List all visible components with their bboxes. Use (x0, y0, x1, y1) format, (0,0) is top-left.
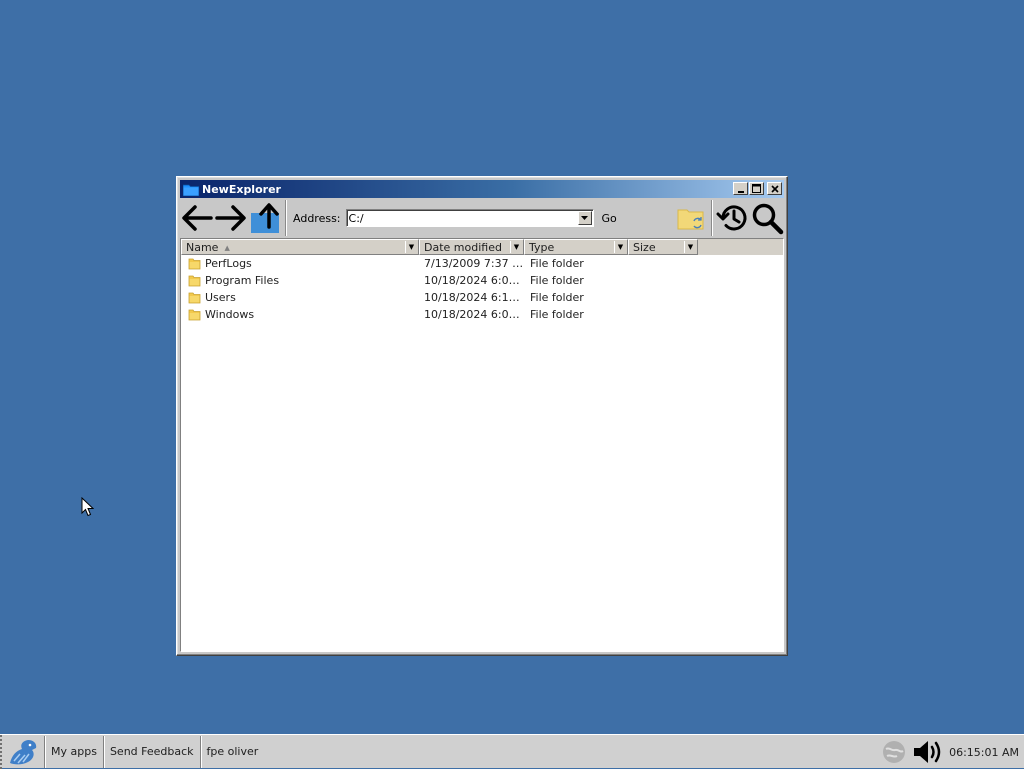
column-dropdown-icon[interactable]: ▼ (614, 241, 626, 253)
arrow-left-icon (182, 205, 213, 231)
file-name: Windows (205, 308, 255, 321)
window-title: NewExplorer (202, 182, 281, 196)
taskbar-item-my-apps[interactable]: My apps (44, 735, 103, 768)
folder-icon (188, 308, 201, 321)
folder-icon (188, 274, 201, 287)
address-combo[interactable] (345, 209, 594, 227)
minimize-button[interactable] (733, 182, 748, 195)
file-list: Name ▲ ▼ Date modified ▼ Type ▼ Size ▼ Pe… (180, 238, 784, 652)
chevron-down-icon (581, 216, 589, 220)
volume-icon[interactable] (911, 737, 945, 767)
file-name: Users (205, 291, 236, 304)
toolbar: Address: Go (180, 199, 784, 237)
toolbar-separator-right (711, 200, 713, 236)
table-row[interactable]: Windows 10/18/2024 6:09… File folder (181, 306, 783, 323)
file-date: 10/18/2024 6:09… (424, 274, 524, 287)
taskbar-item-user[interactable]: fpe oliver (199, 735, 265, 768)
back-button[interactable] (180, 200, 214, 236)
arrow-right-icon (215, 205, 246, 231)
taskbar: My apps Send Feedback fpe oliver 06:15:0… (0, 734, 1024, 769)
table-row[interactable]: Program Files 10/18/2024 6:09… File fold… (181, 272, 783, 289)
file-name: Program Files (205, 274, 280, 287)
start-button[interactable] (0, 734, 44, 769)
close-icon (770, 184, 779, 193)
system-tray: 06:15:01 AM (881, 735, 1024, 769)
taskbar-item-send-feedback[interactable]: Send Feedback (102, 735, 200, 768)
search-button[interactable] (750, 200, 784, 236)
column-dropdown-icon[interactable]: ▼ (405, 241, 417, 253)
up-button[interactable] (248, 200, 282, 236)
explorer-window: NewExplorer Address: C:/ Go Name ▲ ▼ Dat… (176, 176, 788, 656)
folder-icon (188, 257, 201, 270)
toolbar-separator (285, 200, 287, 236)
file-name: PerfLogs (205, 257, 252, 270)
folder-icon (183, 183, 199, 196)
column-dropdown-icon[interactable]: ▼ (510, 241, 522, 253)
maximize-icon (752, 184, 761, 193)
history-icon (716, 205, 747, 231)
table-row[interactable]: PerfLogs 7/13/2009 7:37 PM File folder (181, 255, 783, 272)
history-button[interactable] (716, 200, 750, 236)
address-label: Address: (293, 211, 341, 225)
go-button[interactable]: Go (602, 212, 617, 225)
address-dropdown-button[interactable] (577, 211, 592, 225)
table-row[interactable]: Users 10/18/2024 6:12… File folder (181, 289, 783, 306)
file-type: File folder (530, 308, 584, 321)
column-header-size[interactable]: Size ▼ (628, 239, 698, 255)
file-type: File folder (530, 291, 584, 304)
folder-sync-icon (677, 209, 704, 230)
file-date: 10/18/2024 6:09… (424, 308, 524, 321)
forward-button[interactable] (214, 200, 248, 236)
file-type: File folder (530, 257, 584, 270)
close-button[interactable] (767, 182, 782, 195)
sync-folder-button[interactable] (674, 200, 708, 236)
clock[interactable]: 06:15:01 AM (949, 746, 1019, 759)
mouse-cursor-icon (81, 496, 95, 520)
column-dropdown-icon[interactable]: ▼ (684, 241, 696, 253)
maximize-button[interactable] (749, 182, 764, 195)
minimize-icon (737, 190, 744, 193)
start-logo-icon (10, 739, 37, 764)
sort-ascending-icon: ▲ (224, 244, 230, 252)
file-type: File folder (530, 274, 584, 287)
file-date: 7/13/2009 7:37 PM (424, 257, 524, 270)
folder-up-icon (251, 203, 279, 233)
network-icon[interactable] (881, 739, 907, 765)
folder-icon (188, 291, 201, 304)
address-input[interactable] (346, 211, 575, 225)
file-date: 10/18/2024 6:12… (424, 291, 524, 304)
column-header-name[interactable]: Name ▲ ▼ (181, 239, 419, 255)
search-icon (752, 203, 784, 235)
list-header: Name ▲ ▼ Date modified ▼ Type ▼ Size ▼ (181, 239, 783, 255)
title-bar[interactable]: NewExplorer (180, 180, 784, 198)
column-header-date[interactable]: Date modified ▼ (419, 239, 524, 255)
column-header-type[interactable]: Type ▼ (524, 239, 628, 255)
